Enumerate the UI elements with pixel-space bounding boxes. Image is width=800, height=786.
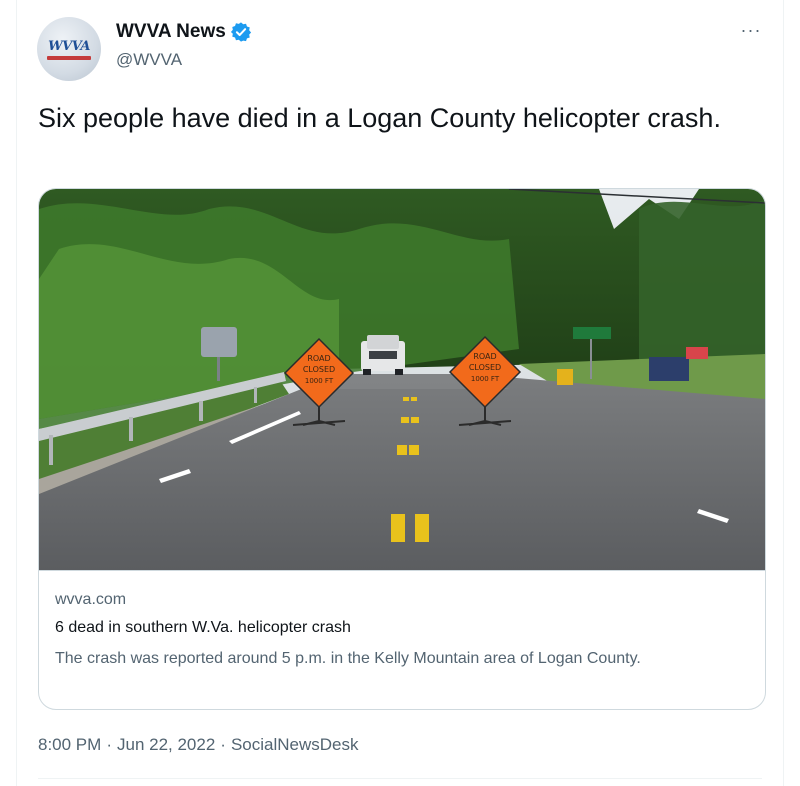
tweet-date[interactable]: Jun 22, 2022 — [117, 735, 215, 755]
tweet-text: Six people have died in a Logan County h… — [38, 103, 721, 133]
display-name[interactable]: WVVA News — [116, 21, 226, 43]
tweet-meta: 8:00 PM · Jun 22, 2022 · SocialNewsDesk — [38, 735, 359, 755]
timeline-border-right — [783, 0, 784, 786]
tweet-source[interactable]: SocialNewsDesk — [231, 735, 359, 755]
avatar[interactable]: WVVA — [37, 17, 101, 81]
card-domain: wvva.com — [55, 591, 127, 608]
svg-text:CLOSED: CLOSED — [469, 363, 501, 372]
meta-separator: · — [220, 735, 226, 754]
tweet: WVVA WVVA News @WVVA ··· Six people have… — [0, 0, 800, 786]
tweet-time[interactable]: 8:00 PM — [38, 735, 101, 755]
more-icon[interactable]: ··· — [738, 21, 764, 44]
timeline-border-left — [16, 0, 17, 786]
svg-text:1000 FT: 1000 FT — [471, 375, 500, 383]
link-card[interactable]: ROAD CLOSED 1000 FT ROAD CLOSED 1000 FT … — [38, 188, 766, 710]
card-title[interactable]: 6 dead in southern W.Va. helicopter cras… — [55, 619, 351, 637]
divider — [38, 778, 762, 779]
svg-text:ROAD: ROAD — [307, 354, 330, 363]
author-handle[interactable]: @WVVA — [116, 50, 182, 70]
svg-text:1000 FT: 1000 FT — [305, 377, 334, 385]
card-divider — [39, 570, 765, 571]
card-description: The crash was reported around 5 p.m. in … — [55, 650, 641, 667]
verified-badge-icon — [230, 22, 251, 42]
meta-separator: · — [106, 735, 112, 754]
svg-text:ROAD: ROAD — [473, 352, 496, 361]
avatar-logo-stripe — [47, 56, 91, 60]
author-name-row: WVVA News — [116, 20, 252, 44]
card-image[interactable]: ROAD CLOSED 1000 FT ROAD CLOSED 1000 FT — [39, 189, 765, 570]
svg-text:CLOSED: CLOSED — [303, 365, 335, 374]
